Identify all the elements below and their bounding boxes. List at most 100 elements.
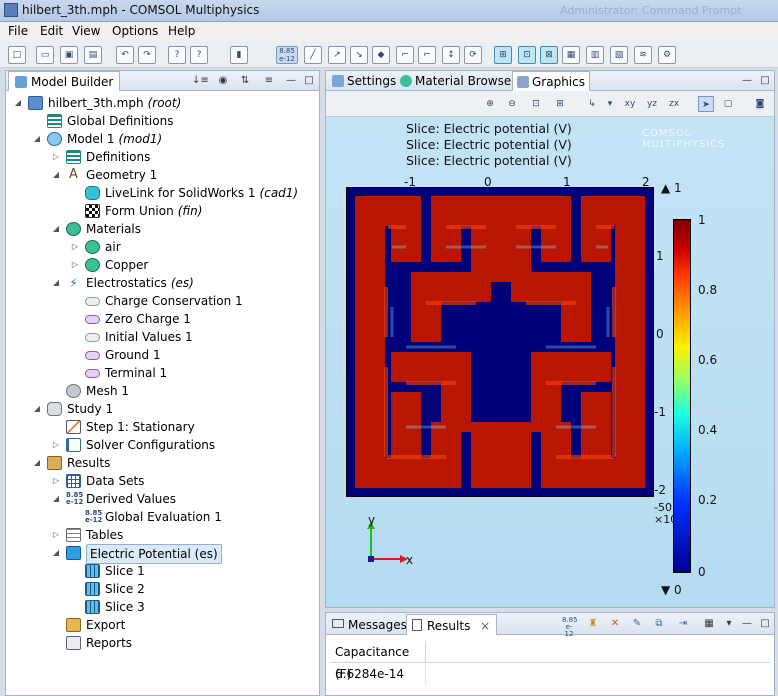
model-icon[interactable]: ⊞ bbox=[494, 46, 512, 64]
select-icon[interactable]: ➤ bbox=[698, 96, 714, 112]
show-icon[interactable]: ◉ bbox=[216, 74, 230, 88]
delete-icon[interactable]: ✕ bbox=[608, 617, 622, 631]
sweep-icon[interactable]: ⟳ bbox=[464, 46, 482, 64]
menu-file[interactable]: File bbox=[8, 24, 28, 38]
tab-model-builder[interactable]: Model Builder bbox=[8, 71, 121, 91]
tree-item[interactable]: ◢ Results bbox=[6, 454, 319, 472]
yz-view-icon[interactable]: yz bbox=[644, 96, 660, 112]
expand-all-icon[interactable]: ↓≡ bbox=[192, 74, 209, 88]
tree-item[interactable]: ▷ Data Sets bbox=[6, 472, 319, 490]
table-cell[interactable]: 6.6284e-14 bbox=[330, 663, 426, 685]
minimize-icon[interactable]: — bbox=[284, 74, 298, 88]
redo-icon[interactable]: ↷ bbox=[138, 46, 156, 64]
menu-help[interactable]: Help bbox=[168, 24, 195, 38]
crop2-icon[interactable]: ⌐ bbox=[418, 46, 436, 64]
tree-item[interactable]: ▷ Tables bbox=[6, 526, 319, 544]
tree-item[interactable]: Slice 1 bbox=[6, 562, 319, 580]
collapse-arrow-icon[interactable]: ◢ bbox=[14, 94, 22, 112]
tree-item[interactable]: Initial Values 1 bbox=[6, 328, 319, 346]
probe-icon[interactable]: ◆ bbox=[372, 46, 390, 64]
print-icon[interactable]: ▤ bbox=[84, 46, 102, 64]
collapse-arrow-icon[interactable]: ◢ bbox=[52, 544, 60, 562]
copy-icon[interactable]: ⧉ bbox=[652, 617, 666, 631]
view-axis-icon[interactable]: ↳ bbox=[584, 96, 600, 112]
tree-item[interactable]: Step 1: Stationary bbox=[6, 418, 319, 436]
zx-view-icon[interactable]: zx bbox=[666, 96, 682, 112]
settings-toolbar-icon[interactable]: ≋ bbox=[634, 46, 652, 64]
collapse-arrow-icon[interactable]: ◢ bbox=[52, 220, 60, 238]
tree-item[interactable]: ▷ Definitions bbox=[6, 148, 319, 166]
sort-icon[interactable]: ≡ bbox=[262, 74, 276, 88]
tree-item[interactable]: ◢ Model 1 (mod1) bbox=[6, 130, 319, 148]
view-dropdown-icon[interactable]: ▾ bbox=[602, 96, 618, 112]
context-help-icon[interactable]: ? bbox=[190, 46, 208, 64]
expand-arrow-icon[interactable]: ▷ bbox=[52, 472, 60, 490]
component-icon[interactable]: ⊡ bbox=[518, 46, 536, 64]
crop-icon[interactable]: ⌐ bbox=[396, 46, 414, 64]
evaluate-value-icon[interactable]: 8.85 e-12 bbox=[562, 617, 578, 638]
menu-view[interactable]: View bbox=[72, 24, 100, 38]
parameter-button[interactable]: 8.85 e-12 bbox=[276, 46, 298, 64]
results-toolbar-icon[interactable]: ▧ bbox=[610, 46, 628, 64]
menu-edit[interactable]: Edit bbox=[40, 24, 63, 38]
tree-item[interactable]: 8.85 e-12 Global Evaluation 1 bbox=[6, 508, 319, 526]
tree-item[interactable]: ▷ Copper bbox=[6, 256, 319, 274]
edit-icon[interactable]: ✎ bbox=[630, 617, 644, 631]
transparency-icon[interactable]: ▢ bbox=[720, 96, 736, 112]
tree-item[interactable]: LiveLink for SolidWorks 1 (cad1) bbox=[6, 184, 319, 202]
table-dropdown-icon[interactable]: ▾ bbox=[722, 617, 736, 631]
camera-icon[interactable]: ◙ bbox=[752, 96, 768, 112]
clear-icon[interactable]: ♜ bbox=[586, 617, 600, 631]
results-maximize-icon[interactable]: □ bbox=[758, 617, 772, 631]
menu-options[interactable]: Options bbox=[112, 24, 158, 38]
maximize-icon[interactable]: □ bbox=[302, 74, 316, 88]
brush-icon[interactable]: ▮ bbox=[230, 46, 248, 64]
zoom-box-icon[interactable]: ⊡ bbox=[528, 96, 544, 112]
collapse-arrow-icon[interactable]: ◢ bbox=[52, 490, 60, 508]
collapse-arrow-icon[interactable]: ◢ bbox=[52, 274, 60, 292]
graphics-maximize-icon[interactable]: □ bbox=[758, 74, 772, 88]
new-icon[interactable]: □ bbox=[8, 46, 26, 64]
tree-item[interactable]: Mesh 1 bbox=[6, 382, 319, 400]
tab-material-browser[interactable]: Material Browser bbox=[396, 71, 520, 91]
undo-icon[interactable]: ↶ bbox=[116, 46, 134, 64]
tree-item[interactable]: ▷ air bbox=[6, 238, 319, 256]
zoom-out-icon[interactable]: ⊖ bbox=[504, 96, 520, 112]
tree-item[interactable]: ◢ hilbert_3th.mph (root) bbox=[6, 94, 319, 112]
tree-item[interactable]: Slice 3 bbox=[6, 598, 319, 616]
open-icon[interactable]: ▭ bbox=[36, 46, 54, 64]
zoom-in-icon[interactable]: ⊕ bbox=[482, 96, 498, 112]
table-format-icon[interactable]: ▦ bbox=[702, 617, 716, 631]
export-table-icon[interactable]: ⇥ bbox=[676, 617, 690, 631]
tree-item[interactable]: ◢ Study 1 bbox=[6, 400, 319, 418]
close-tab-icon[interactable]: × bbox=[480, 619, 490, 633]
expand-arrow-icon[interactable]: ▷ bbox=[52, 526, 60, 544]
tree-item[interactable]: ▷ Solver Configurations bbox=[6, 436, 319, 454]
pin-icon[interactable]: ↗ bbox=[328, 46, 346, 64]
collapse-arrow-icon[interactable]: ◢ bbox=[52, 166, 60, 184]
tree-item[interactable]: Charge Conservation 1 bbox=[6, 292, 319, 310]
tree-item[interactable]: Ground 1 bbox=[6, 346, 319, 364]
tab-graphics[interactable]: Graphics bbox=[512, 71, 590, 91]
save-icon[interactable]: ▣ bbox=[60, 46, 78, 64]
expand-arrow-icon[interactable]: ▷ bbox=[52, 436, 60, 454]
physics-icon[interactable]: ⊠ bbox=[540, 46, 558, 64]
collapse-arrow-icon[interactable]: ◢ bbox=[33, 454, 41, 472]
mesh-toolbar-icon[interactable]: ▦ bbox=[562, 46, 580, 64]
expand-arrow-icon[interactable]: ▷ bbox=[52, 148, 60, 166]
tab-settings[interactable]: Settings bbox=[328, 71, 400, 91]
tab-results[interactable]: Results × bbox=[406, 614, 498, 635]
expand-arrow-icon[interactable]: ▷ bbox=[71, 256, 79, 274]
measure-icon[interactable]: ↕ bbox=[442, 46, 460, 64]
tree-item[interactable]: Reports bbox=[6, 634, 319, 652]
zoom-extents-icon[interactable]: ⊞ bbox=[552, 96, 568, 112]
tree-item[interactable]: Global Definitions bbox=[6, 112, 319, 130]
tree-item[interactable]: Form Union (fin) bbox=[6, 202, 319, 220]
collapse-arrow-icon[interactable]: ◢ bbox=[33, 400, 41, 418]
tree-item[interactable]: ◢ ⚡ Electrostatics (es) bbox=[6, 274, 319, 292]
tree-item[interactable]: Slice 2 bbox=[6, 580, 319, 598]
expand-arrow-icon[interactable]: ▷ bbox=[71, 238, 79, 256]
tree-item[interactable]: ◢ A Geometry 1 bbox=[6, 166, 319, 184]
tree-item[interactable]: Export bbox=[6, 616, 319, 634]
help-icon[interactable]: ? bbox=[168, 46, 186, 64]
